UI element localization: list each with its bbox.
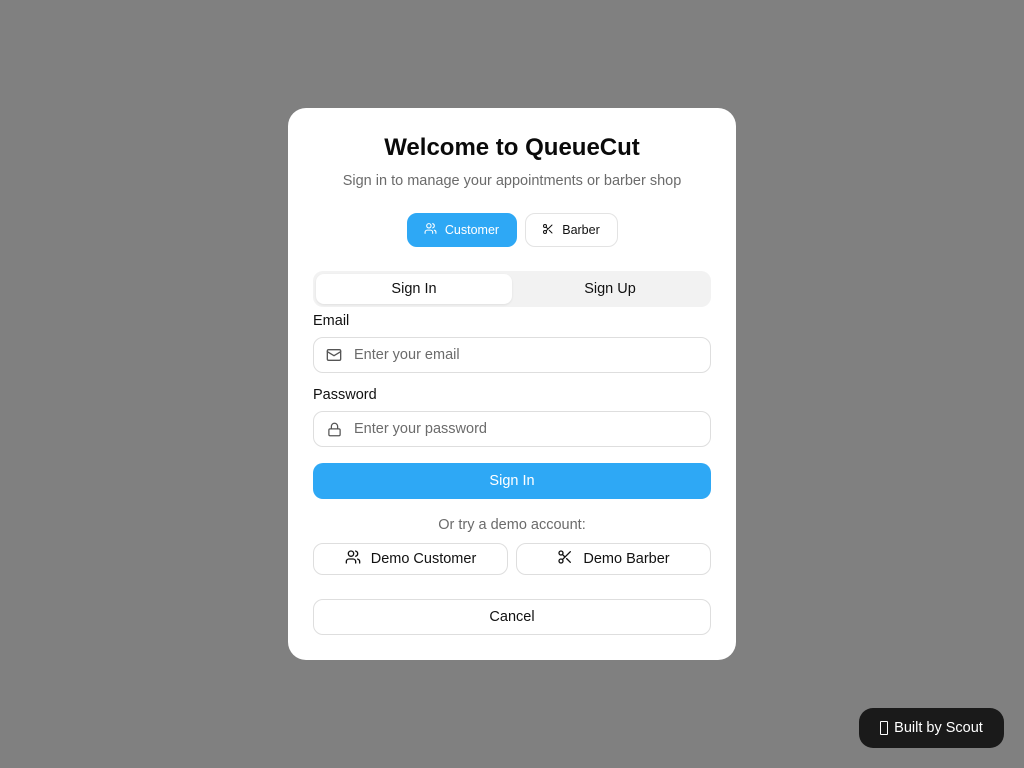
role-barber-button[interactable]: Barber xyxy=(524,213,618,247)
modal-title: Welcome to QueueCut xyxy=(384,134,640,161)
lock-icon xyxy=(314,422,354,437)
role-barber-label: Barber xyxy=(562,223,600,237)
email-field-wrapper xyxy=(313,337,711,373)
auth-tabs: Sign In Sign Up xyxy=(313,271,711,307)
users-icon xyxy=(424,222,437,238)
role-customer-button[interactable]: Customer xyxy=(406,213,517,247)
demo-barber-label: Demo Barber xyxy=(583,551,670,567)
users-icon xyxy=(345,549,361,569)
cancel-button[interactable]: Cancel xyxy=(313,599,711,635)
demo-accounts-label: Or try a demo account: xyxy=(438,517,586,533)
demo-accounts-row: Demo Customer Demo Barber xyxy=(313,543,711,575)
demo-customer-button[interactable]: Demo Customer xyxy=(313,543,508,575)
sign-in-modal: Welcome to QueueCut Sign in to manage yo… xyxy=(288,108,736,660)
built-by-scout-badge[interactable]: Built by Scout xyxy=(859,708,1004,748)
email-field[interactable] xyxy=(354,347,710,363)
scout-icon xyxy=(880,721,889,735)
password-field-wrapper xyxy=(313,411,711,447)
demo-customer-label: Demo Customer xyxy=(370,551,477,567)
tab-sign-in[interactable]: Sign In xyxy=(316,274,512,304)
password-field[interactable] xyxy=(354,421,710,437)
mail-icon xyxy=(314,347,354,363)
modal-subtitle: Sign in to manage your appointments or b… xyxy=(342,173,682,189)
demo-barber-button[interactable]: Demo Barber xyxy=(516,543,711,575)
sign-in-submit-button[interactable]: Sign In xyxy=(313,463,711,499)
role-customer-label: Customer xyxy=(444,223,500,237)
role-selector: Customer Barber xyxy=(288,213,736,247)
email-label: Email xyxy=(313,313,350,329)
scissors-icon xyxy=(542,223,554,238)
built-by-scout-label: Built by Scout xyxy=(894,720,983,736)
tab-sign-up[interactable]: Sign Up xyxy=(512,274,708,304)
password-label: Password xyxy=(313,387,377,403)
scissors-icon xyxy=(557,549,573,569)
